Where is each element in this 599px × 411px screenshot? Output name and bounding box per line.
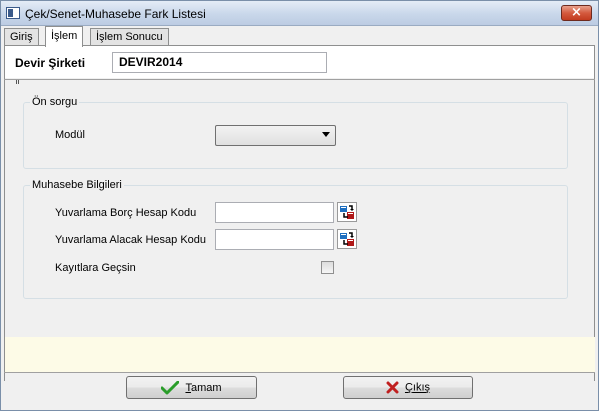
alacak-lookup-button[interactable]: [337, 229, 357, 249]
company-panel: Devir Şirketi DEVIR2014: [4, 46, 595, 78]
borc-hesap-input[interactable]: [215, 202, 334, 223]
window-title: Çek/Senet-Muhasebe Fark Listesi: [25, 7, 206, 21]
close-icon: ×: [571, 5, 582, 20]
on-sorgu-legend: Ön sorgu: [30, 96, 80, 108]
borc-label: Yuvarlama Borç Hesap Kodu: [55, 207, 197, 219]
kayit-label: Kayıtlara Geçsin: [55, 262, 136, 274]
cikis-label: ıkış: [412, 381, 431, 394]
company-field[interactable]: DEVIR2014: [112, 52, 327, 73]
modul-label: Modül: [55, 129, 85, 141]
tamam-button[interactable]: Tamam: [126, 376, 257, 399]
dialog-window: Çek/Senet-Muhasebe Fark Listesi × Giriş …: [0, 0, 599, 411]
kayitlara-gecsin-checkbox[interactable]: [321, 261, 334, 274]
separator: [4, 79, 595, 80]
footer-separator: [4, 372, 595, 373]
tamam-label: amam: [190, 382, 222, 394]
tab-islem[interactable]: İşlem: [45, 26, 84, 47]
borc-lookup-button[interactable]: [337, 202, 357, 222]
splitter-grip[interactable]: [16, 80, 19, 84]
chevron-down-icon: [322, 132, 330, 137]
close-button[interactable]: ×: [561, 5, 592, 21]
cikis-mnemonic: Ç: [404, 381, 413, 394]
muhasebe-legend: Muhasebe Bilgileri: [30, 179, 124, 191]
alacak-hesap-input[interactable]: [215, 229, 334, 250]
cikis-button[interactable]: Çıkış: [343, 376, 473, 399]
title-bar[interactable]: Çek/Senet-Muhasebe Fark Listesi ×: [1, 1, 598, 26]
lookup-icon: [340, 232, 354, 246]
tab-giris[interactable]: Giriş: [4, 28, 39, 46]
checkmark-icon: [161, 381, 180, 395]
company-label: Devir Şirketi: [15, 56, 86, 70]
alacak-label: Yuvarlama Alacak Hesap Kodu: [55, 234, 207, 246]
modul-dropdown[interactable]: [215, 125, 336, 146]
window-icon: [6, 7, 20, 19]
tab-islem-sonucu[interactable]: İşlem Sonucu: [90, 28, 169, 46]
x-icon: [386, 381, 399, 394]
lookup-icon: [340, 205, 354, 219]
status-area: [5, 337, 595, 372]
